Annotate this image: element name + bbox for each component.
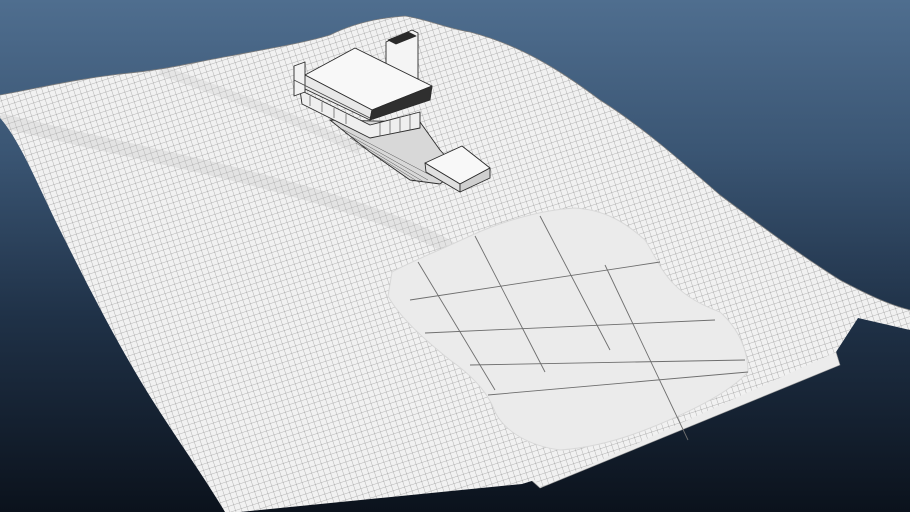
scene-canvas[interactable] xyxy=(0,0,910,512)
3d-viewport[interactable] xyxy=(0,0,910,512)
